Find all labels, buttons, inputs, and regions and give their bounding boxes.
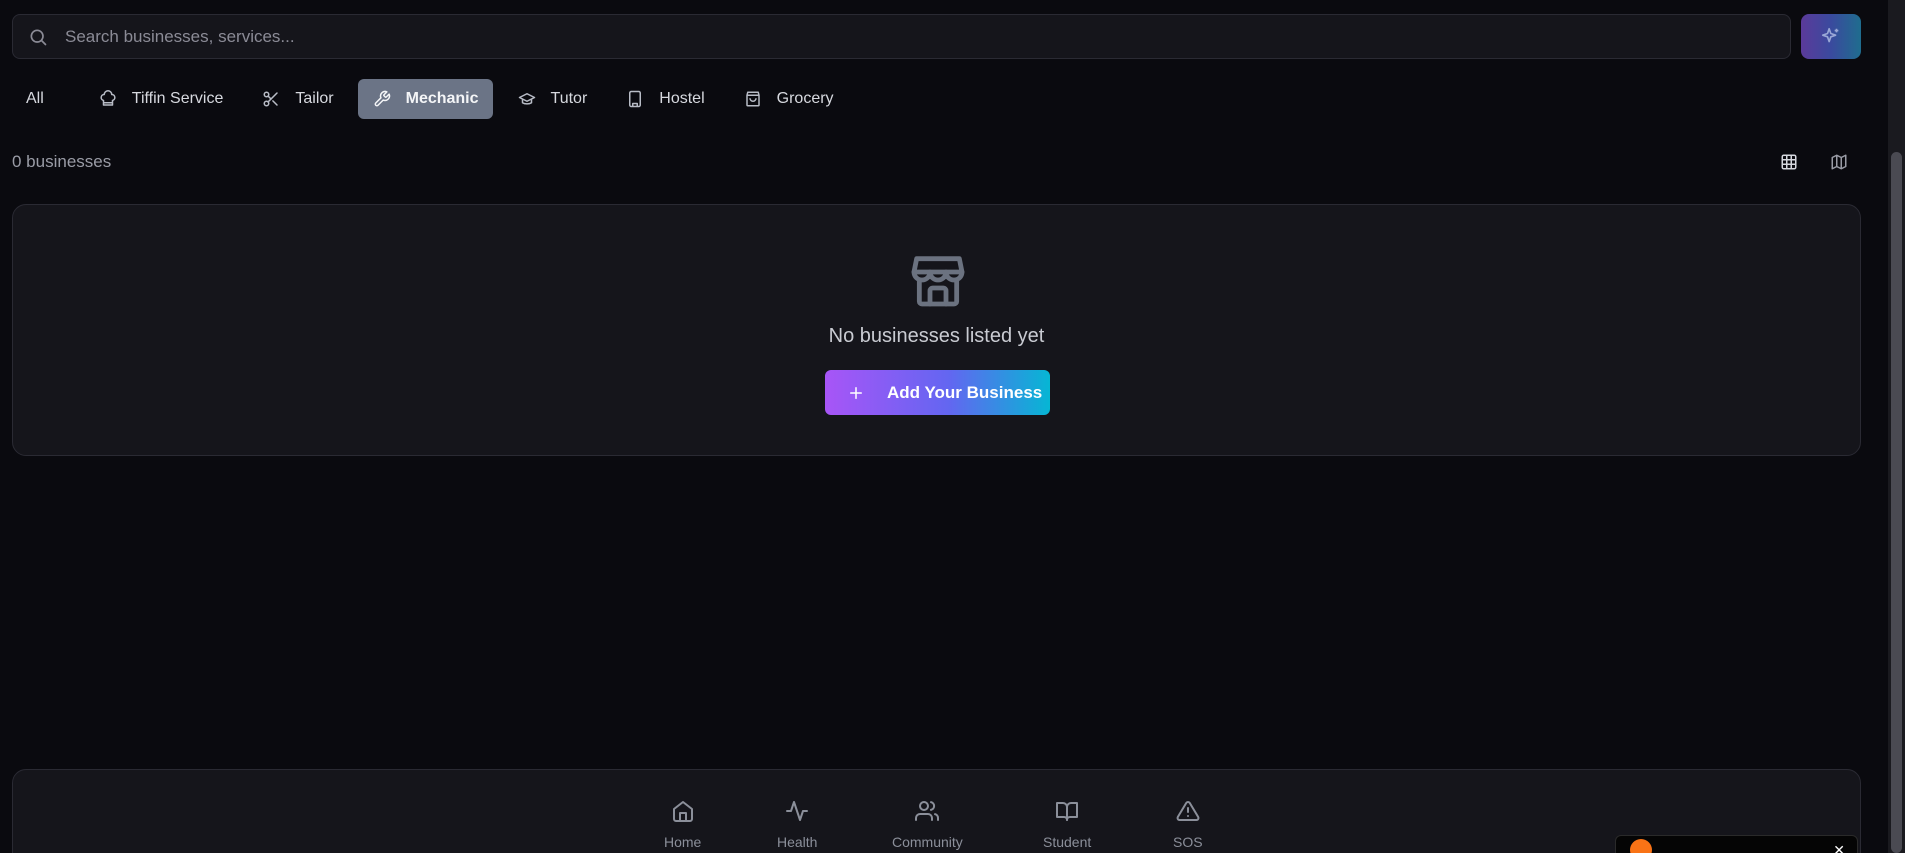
alert-triangle-icon [1175,798,1201,824]
shopping-bag-icon [743,89,763,109]
nav-label: Community [892,834,963,850]
search-icon [27,26,49,48]
nav-label: Student [1043,834,1092,850]
nav-community[interactable]: Community [892,798,963,850]
nav-home[interactable]: Home [664,798,701,850]
floating-badge[interactable]: ✕ [1615,835,1858,853]
tab-mechanic[interactable]: Mechanic [357,79,493,119]
badge-logo-icon [1630,839,1652,853]
nav-label: Health [777,834,818,850]
tab-tailor[interactable]: Tailor [247,79,347,119]
sparkles-icon [1820,26,1842,48]
grid-icon [1780,153,1798,171]
tab-label: Grocery [776,90,834,107]
tab-label: Tailor [295,90,334,107]
category-tabs: All Tiffin Service Tailor Mechanic Tutor [12,79,858,119]
nav-health[interactable]: Health [777,798,817,850]
activity-icon [784,798,810,824]
nav-label: SOS [1173,834,1203,850]
search-row: Search businesses, services... [12,14,1861,60]
search-placeholder: Search businesses, services... [65,26,295,46]
tab-tiffin-service[interactable]: Tiffin Service [84,79,238,119]
tab-label: Mechanic [405,90,479,107]
scrollbar[interactable] [1888,0,1905,853]
building-icon [625,89,645,109]
home-icon [670,798,696,824]
store-icon [906,248,970,312]
grid-view-button[interactable] [1777,150,1801,174]
add-business-button[interactable]: Add Your Business [825,370,1050,415]
empty-state-message: No businesses listed yet [828,325,1045,347]
tab-label: All [26,90,44,107]
bottom-nav: Home Health Community Student SOS [12,769,1861,853]
nav-sos[interactable]: SOS [1173,798,1203,850]
add-business-label: Add Your Business [887,382,1043,402]
tab-label: Hostel [659,90,705,107]
wrench-icon [372,89,392,109]
tab-all[interactable]: All [12,79,58,119]
book-open-icon [1054,798,1080,824]
graduation-cap-icon [517,89,537,109]
search-input[interactable]: Search businesses, services... [12,14,1791,59]
empty-state-card: No businesses listed yet Add Your Busine… [12,204,1861,456]
map-icon [1830,153,1848,171]
close-icon[interactable]: ✕ [1833,842,1845,853]
scissors-icon [261,89,281,109]
map-view-button[interactable] [1827,150,1851,174]
tab-label: Tiffin Service [131,90,224,107]
tab-hostel[interactable]: Hostel [611,79,718,119]
plus-icon [845,382,867,404]
tab-tutor[interactable]: Tutor [503,79,602,119]
ai-search-button[interactable] [1801,14,1861,59]
scrollbar-thumb[interactable] [1891,152,1902,853]
tab-grocery[interactable]: Grocery [729,79,848,119]
chef-hat-icon [98,89,118,109]
tab-label: Tutor [550,90,588,107]
page: Search businesses, services... All Tiffi… [0,0,1905,853]
nav-student[interactable]: Student [1043,798,1091,850]
users-icon [914,798,940,824]
results-count: 0 businesses [12,152,112,171]
nav-label: Home [664,834,702,850]
